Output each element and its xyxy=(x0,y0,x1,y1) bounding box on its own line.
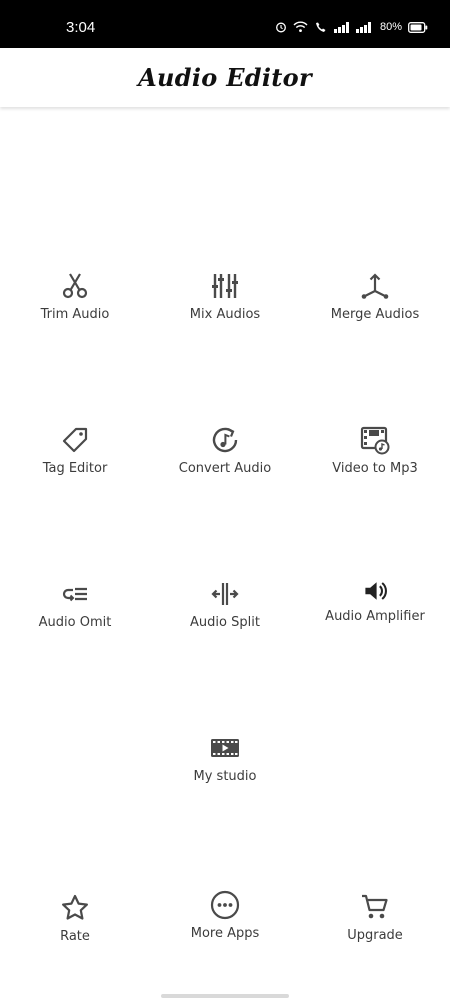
tag-icon xyxy=(62,427,88,453)
app-header: Audio Editor xyxy=(0,48,450,107)
mix-audios-label: Mix Audios xyxy=(189,307,261,322)
split-icon xyxy=(211,583,239,605)
my-studio-button[interactable]: My studio xyxy=(150,733,300,784)
speaker-icon xyxy=(365,582,387,600)
gesture-nav-bar[interactable] xyxy=(161,994,289,998)
more-icon xyxy=(210,890,240,920)
wifi-icon xyxy=(293,21,308,32)
audio-split-label: Audio Split xyxy=(190,615,260,630)
status-icons: 80% xyxy=(275,21,428,33)
cart-icon xyxy=(362,894,388,919)
audio-amplifier-label: Audio Amplifier xyxy=(325,609,425,624)
signal-icon xyxy=(333,21,349,33)
equalizer-icon xyxy=(212,274,238,298)
star-icon xyxy=(62,894,88,920)
audio-omit-button[interactable]: Audio Omit xyxy=(0,579,150,630)
audio-amplifier-button[interactable]: Audio Amplifier xyxy=(300,579,450,624)
mix-audios-button[interactable]: Mix Audios xyxy=(150,271,300,322)
video-music-icon xyxy=(360,426,390,455)
film-icon xyxy=(211,739,239,757)
merge-audios-button[interactable]: Merge Audios xyxy=(300,271,450,322)
rate-button[interactable]: Rate xyxy=(0,893,150,944)
merge-audios-label: Merge Audios xyxy=(330,307,420,322)
convert-icon xyxy=(212,427,238,453)
merge-icon xyxy=(361,273,389,299)
battery-icon xyxy=(408,21,428,33)
convert-audio-button[interactable]: Convert Audio xyxy=(150,425,300,476)
more-apps-button[interactable]: More Apps xyxy=(150,890,300,941)
omit-icon xyxy=(62,587,87,602)
status-time: 3:04 xyxy=(66,19,96,36)
call-signal-icon xyxy=(315,22,326,32)
video-to-mp3-label: Video to Mp3 xyxy=(332,461,418,476)
audio-omit-label: Audio Omit xyxy=(38,615,112,630)
convert-audio-label: Convert Audio xyxy=(178,461,272,476)
tag-editor-button[interactable]: Tag Editor xyxy=(0,425,150,476)
battery-percent: 80% xyxy=(379,21,402,33)
scissors-icon xyxy=(62,273,88,299)
upgrade-button[interactable]: Upgrade xyxy=(300,892,450,943)
upgrade-label: Upgrade xyxy=(347,928,403,943)
tag-editor-label: Tag Editor xyxy=(42,461,108,476)
audio-split-button[interactable]: Audio Split xyxy=(150,579,300,630)
rate-label: Rate xyxy=(60,929,90,944)
my-studio-label: My studio xyxy=(193,769,257,784)
video-to-mp3-button[interactable]: Video to Mp3 xyxy=(300,425,450,476)
more-apps-label: More Apps xyxy=(190,926,260,941)
alarm-icon xyxy=(276,22,286,33)
status-bar: 3:04 80% xyxy=(0,0,450,48)
trim-audio-label: Trim Audio xyxy=(40,307,110,322)
app-title: Audio Editor xyxy=(138,63,312,92)
signal-icon-2 xyxy=(355,21,371,33)
trim-audio-button[interactable]: Trim Audio xyxy=(0,271,150,322)
